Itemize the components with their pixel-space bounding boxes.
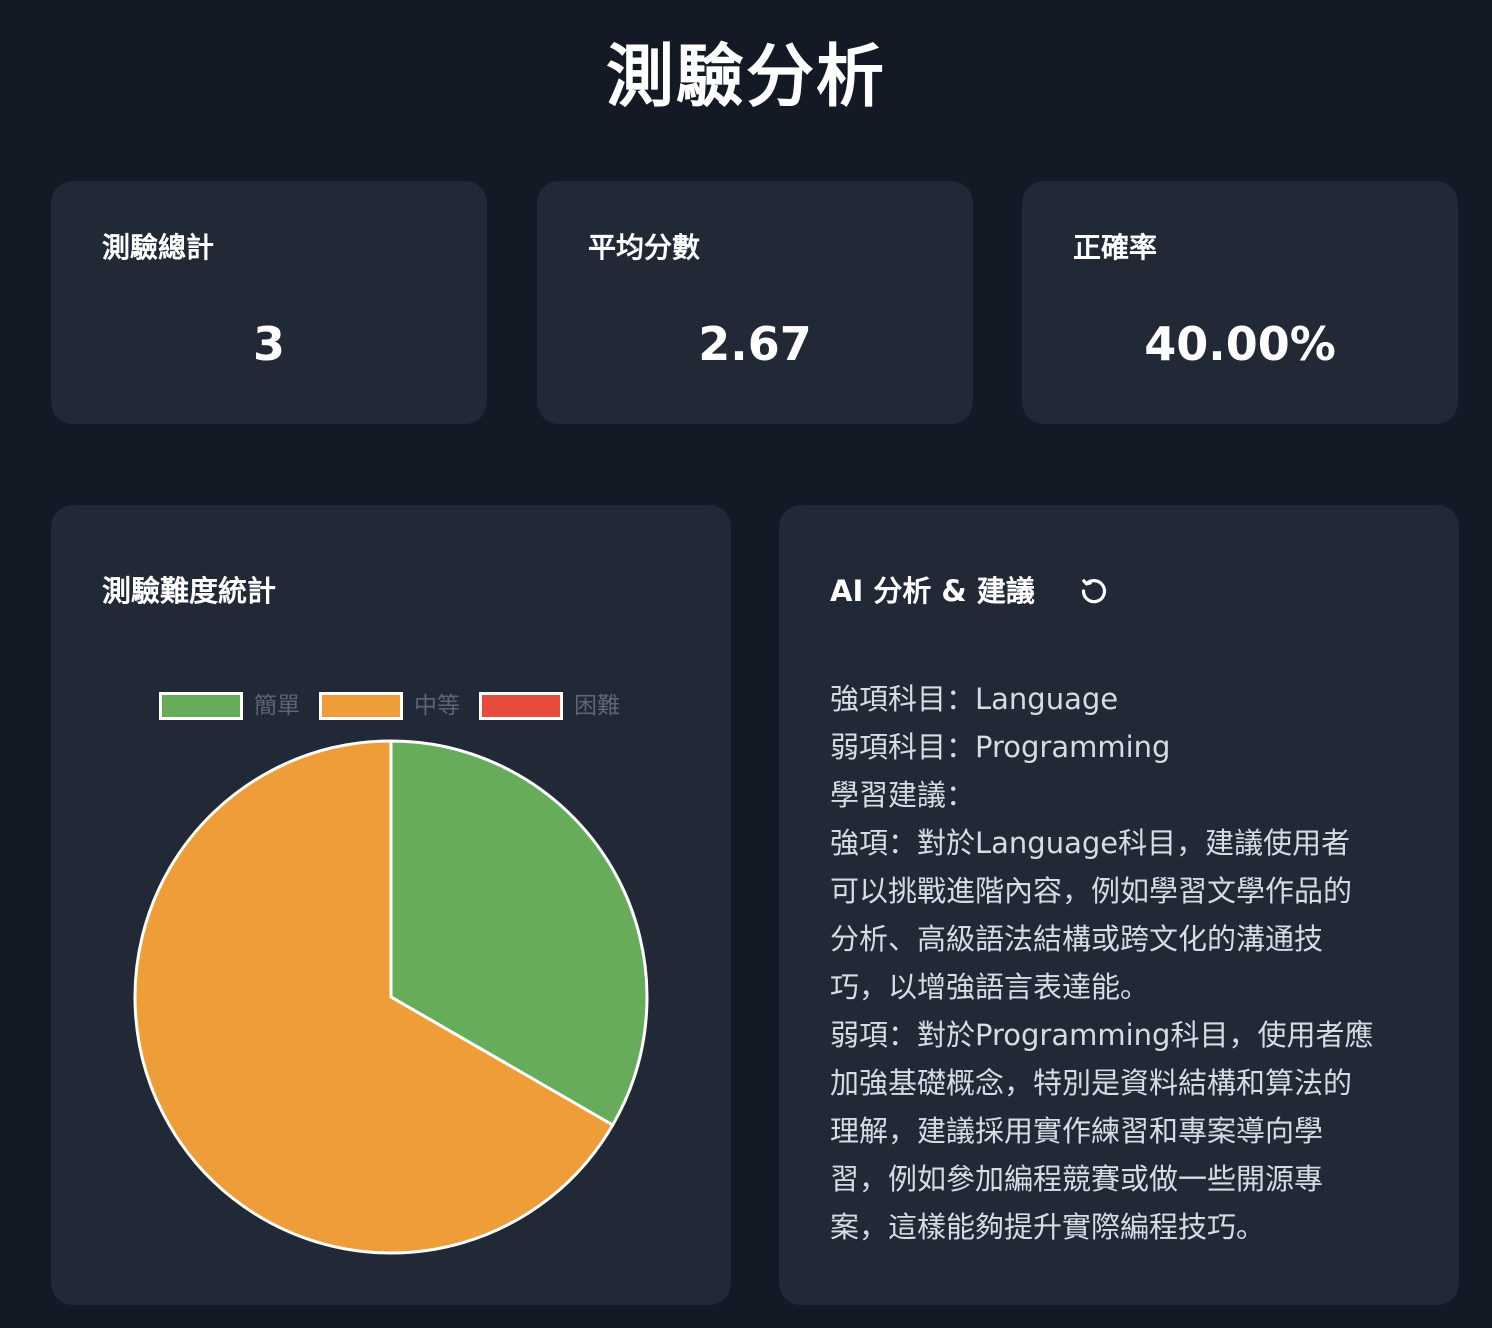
ai-analysis-line: 學習建議： <box>830 778 976 812</box>
ai-analysis-line: 案，這樣能夠提升實際編程技巧。 <box>830 1210 1266 1244</box>
stat-card-total: 測驗總計 3 <box>51 181 487 424</box>
ai-analysis-line: 強項：對於Language科目，建議使用者 <box>830 826 1351 860</box>
ai-analysis-body: 強項科目：Language 弱項科目：Programming 學習建議： 強項：對於L… <box>830 675 1420 1251</box>
legend-label-easy: 簡單 <box>254 693 300 719</box>
ai-analysis-line: 分析、高級語法結構或跨文化的溝通技 <box>830 922 1324 956</box>
refresh-icon[interactable] <box>1077 574 1111 608</box>
stat-value-accuracy: 40.00% <box>1144 317 1336 371</box>
difficulty-chart-card: 測驗難度統計 簡單 中等 困難 <box>51 505 731 1305</box>
stat-value-average: 2.67 <box>698 317 812 371</box>
difficulty-chart-title: 測驗難度統計 <box>102 574 277 608</box>
legend-item-hard[interactable]: 困難 <box>479 691 620 721</box>
ai-analysis-line: 弱項科目：Programming <box>830 730 1171 764</box>
ai-analysis-header: AI 分析 & 建議 <box>830 569 1111 613</box>
refresh-icon-svg <box>1081 579 1106 604</box>
legend-label-medium: 中等 <box>414 693 460 719</box>
legend-item-easy[interactable]: 簡單 <box>159 691 300 721</box>
ai-analysis-line: 巧，以增強語言表達能。 <box>830 970 1150 1004</box>
stat-label-average: 平均分數 <box>588 231 701 264</box>
pie-chart-svg <box>133 739 649 1255</box>
legend-swatch-easy <box>159 692 243 720</box>
stat-label-total: 測驗總計 <box>102 231 215 264</box>
legend-item-medium[interactable]: 中等 <box>319 691 460 721</box>
ai-analysis-line: 理解，建議採用實作練習和專案導向學 <box>830 1114 1324 1148</box>
legend-label-hard: 困難 <box>574 693 620 719</box>
ai-analysis-line: 可以挑戰進階內容，例如學習文學作品的 <box>830 874 1353 908</box>
legend-swatch-medium <box>319 692 403 720</box>
page-title: 測驗分析 <box>605 38 886 117</box>
legend-swatch-hard <box>479 692 563 720</box>
stat-card-average: 平均分數 2.67 <box>537 181 973 424</box>
stat-value-total: 3 <box>252 317 285 371</box>
pie-chart <box>131 737 651 1257</box>
ai-analysis-line: 加強基礎概念，特別是資料結構和算法的 <box>830 1066 1353 1100</box>
stat-label-accuracy: 正確率 <box>1073 231 1158 264</box>
chart-legend: 簡單 中等 困難 <box>159 691 639 721</box>
ai-analysis-line: 強項科目：Language <box>830 682 1119 716</box>
ai-analysis-card: AI 分析 & 建議 強項科目：Language 弱項科目：Programming… <box>779 505 1459 1305</box>
ai-analysis-title: AI 分析 & 建議 <box>830 574 1035 608</box>
ai-analysis-line: 弱項：對於Programming科目，使用者應 <box>830 1018 1374 1052</box>
ai-analysis-line: 習，例如參加編程競賽或做一些開源專 <box>830 1162 1324 1196</box>
stat-card-accuracy: 正確率 40.00% <box>1022 181 1458 424</box>
